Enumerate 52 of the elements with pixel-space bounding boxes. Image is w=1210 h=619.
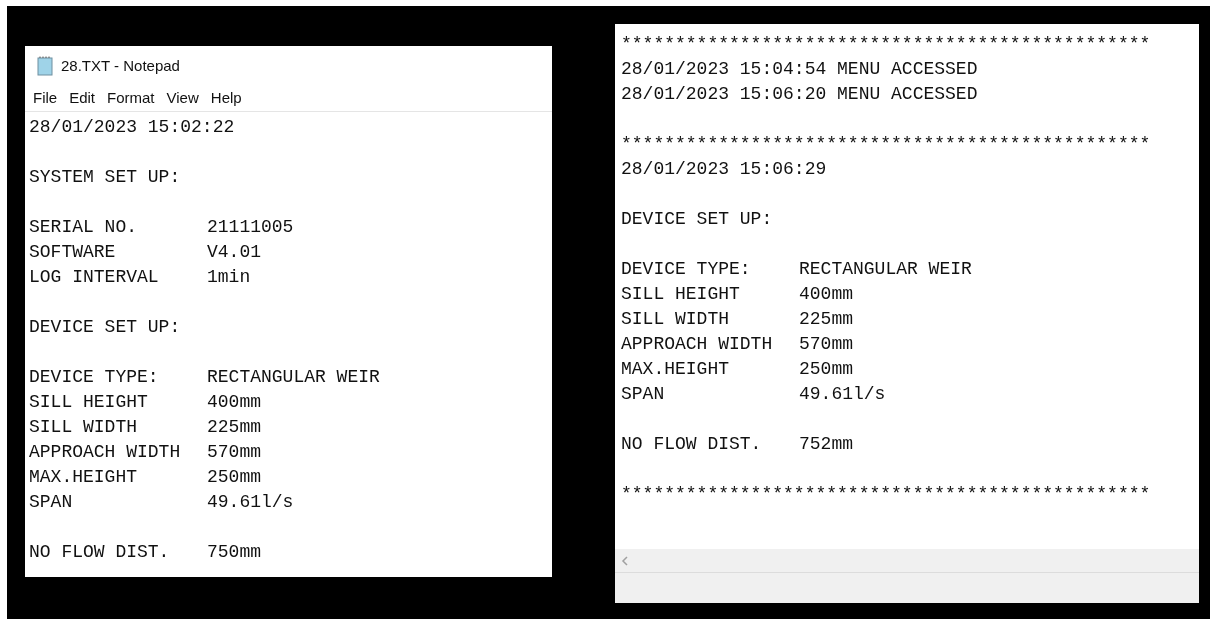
text-line: DEVICE SET UP: xyxy=(29,316,181,339)
menu-item[interactable]: File xyxy=(33,87,58,110)
text-line: 28/01/2023 15:04:54 MENU ACCESSED xyxy=(621,58,978,81)
text-line: ************************************************* xyxy=(621,483,1151,506)
field-label: SOFTWARE xyxy=(29,241,117,264)
field-label: MAX.HEIGHT xyxy=(621,358,731,381)
field-label: SILL WIDTH xyxy=(29,416,139,439)
field-value: 250mm xyxy=(207,466,261,489)
field-value: V4.01 xyxy=(207,241,261,264)
field-label: APPROACH WIDTH xyxy=(29,441,182,464)
field-label: DEVICE TYPE: xyxy=(621,258,752,281)
field-label: APPROACH WIDTH xyxy=(621,333,774,356)
field-label: SILL HEIGHT xyxy=(621,283,741,306)
field-value: 225mm xyxy=(799,308,853,331)
notepad-icon xyxy=(35,56,55,76)
field-value: 752mm xyxy=(799,433,853,456)
field-label: SILL HEIGHT xyxy=(29,391,149,414)
field-value: 225mm xyxy=(207,416,261,439)
field-value: RECTANGULAR WEIR xyxy=(207,366,380,389)
field-value: 400mm xyxy=(799,283,853,306)
field-value: 49.61l/s xyxy=(207,491,294,514)
field-label: MAX.HEIGHT xyxy=(29,466,139,489)
field-value: 750mm xyxy=(207,541,261,564)
field-label: NO FLOW DIST. xyxy=(621,433,763,456)
text-line: 28/01/2023 15:06:20 MENU ACCESSED xyxy=(621,83,978,106)
field-value: 21111005 xyxy=(207,216,294,239)
field-value: 49.61l/s xyxy=(799,383,886,406)
field-label: NO FLOW DIST. xyxy=(29,541,171,564)
text-line: ************************************************* xyxy=(621,33,1151,56)
text-line: ************************************************* xyxy=(621,133,1151,156)
field-label: SPAN xyxy=(29,491,74,514)
horizontal-scrollbar[interactable] xyxy=(615,549,1199,573)
field-value: RECTANGULAR WEIR xyxy=(799,258,972,281)
text-line: 28/01/2023 15:02:22 xyxy=(29,116,235,139)
field-label: SPAN xyxy=(621,383,666,406)
field-value: 1min xyxy=(207,266,251,289)
menu-item[interactable]: Format xyxy=(107,87,155,110)
field-label: LOG INTERVAL xyxy=(29,266,160,289)
menu-item[interactable]: View xyxy=(166,87,199,110)
menu-item[interactable]: Help xyxy=(210,87,242,110)
field-label: SERIAL NO. xyxy=(29,216,139,239)
field-label: DEVICE TYPE: xyxy=(29,366,160,389)
text-line: SYSTEM SET UP: xyxy=(29,166,181,189)
field-value: 250mm xyxy=(799,358,853,381)
menu-item[interactable]: Edit xyxy=(69,87,96,110)
field-label: SILL WIDTH xyxy=(621,308,731,331)
field-value: 400mm xyxy=(207,391,261,414)
text-line: DEVICE SET UP: xyxy=(621,208,773,231)
window-title: 28.TXT - Notepad xyxy=(61,55,180,76)
field-value: 570mm xyxy=(799,333,853,356)
field-value: 570mm xyxy=(207,441,261,464)
text-line: 28/01/2023 15:06:29 xyxy=(621,158,827,181)
